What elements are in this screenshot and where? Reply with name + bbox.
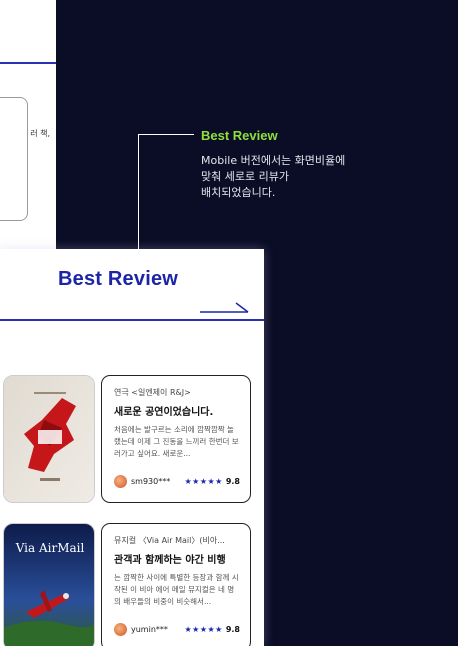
review-category: 연극 <일엔제이 R&J> <box>114 388 191 397</box>
review-body: 는 깜짝한 사이에 특별한 등장과 함께 시작된 이 비아 에어 메일 뮤지컬은… <box>114 573 239 606</box>
avatar <box>114 474 127 488</box>
review-body: 처음에는 발구르는 소리에 깜짝깜짝 놀랬는데 이제 그 진동을 느끼러 한번더… <box>114 425 239 458</box>
star-rating-icon: ★★★★★ <box>184 624 223 634</box>
review-card[interactable]: 연극 <일엔제이 R&J> 새로운 공연이었습니다. 처음에는 발구르는 소리에… <box>101 375 251 503</box>
review-item[interactable]: Via AirMail 뮤지컬 〈Via Air Mail〉(비아... 관객과… <box>0 523 264 646</box>
avatar <box>114 622 127 636</box>
review-card[interactable]: 뮤지컬 〈Via Air Mail〉(비아... 관객과 함께하는 야간 비행 … <box>101 523 251 646</box>
section-divider <box>0 319 264 321</box>
review-score: 9.8 <box>225 476 240 486</box>
poster-image[interactable] <box>3 375 95 503</box>
poster-image[interactable]: Via AirMail <box>3 523 95 646</box>
review-meta: yumin*** ★★★★★ 9.8 <box>114 622 240 636</box>
review-meta: sm930*** ★★★★★ 9.8 <box>114 474 240 488</box>
best-review-panel: Best Review 연극 <일엔제이 R&J> 새로운 공연이었습니다. 처… <box>0 249 264 646</box>
arrow-right-icon[interactable] <box>200 301 250 313</box>
annotation-title: Best Review <box>201 128 278 143</box>
review-title: 새로운 공연이었습니다. <box>114 407 214 418</box>
review-score: 9.8 <box>225 624 240 634</box>
star-rating-icon: ★★★★★ <box>184 476 223 486</box>
review-title: 관객과 함께하는 야간 비행 <box>114 555 226 566</box>
review-category: 뮤지컬 〈Via Air Mail〉(비아... <box>114 536 225 545</box>
divider-line <box>0 62 56 64</box>
review-user: yumin*** <box>131 624 168 634</box>
svg-text:Via AirMail: Via AirMail <box>15 541 85 555</box>
annotation-description: Mobile 버전에서는 화면비율에 맞춰 세로로 리뷰가 배치되었습니다. <box>201 154 346 199</box>
review-item[interactable]: 연극 <일엔제이 R&J> 새로운 공연이었습니다. 처음에는 발구르는 소리에… <box>0 375 264 507</box>
fragment-text: 러 책, <box>30 129 50 138</box>
section-title: Best Review <box>58 268 179 290</box>
annotation-connector-vertical <box>138 134 139 266</box>
previous-section-fragment: 러 책, <box>0 0 56 249</box>
annotation-connector-horizontal <box>138 134 194 135</box>
fragment-card <box>0 97 28 221</box>
review-user: sm930*** <box>131 476 171 486</box>
